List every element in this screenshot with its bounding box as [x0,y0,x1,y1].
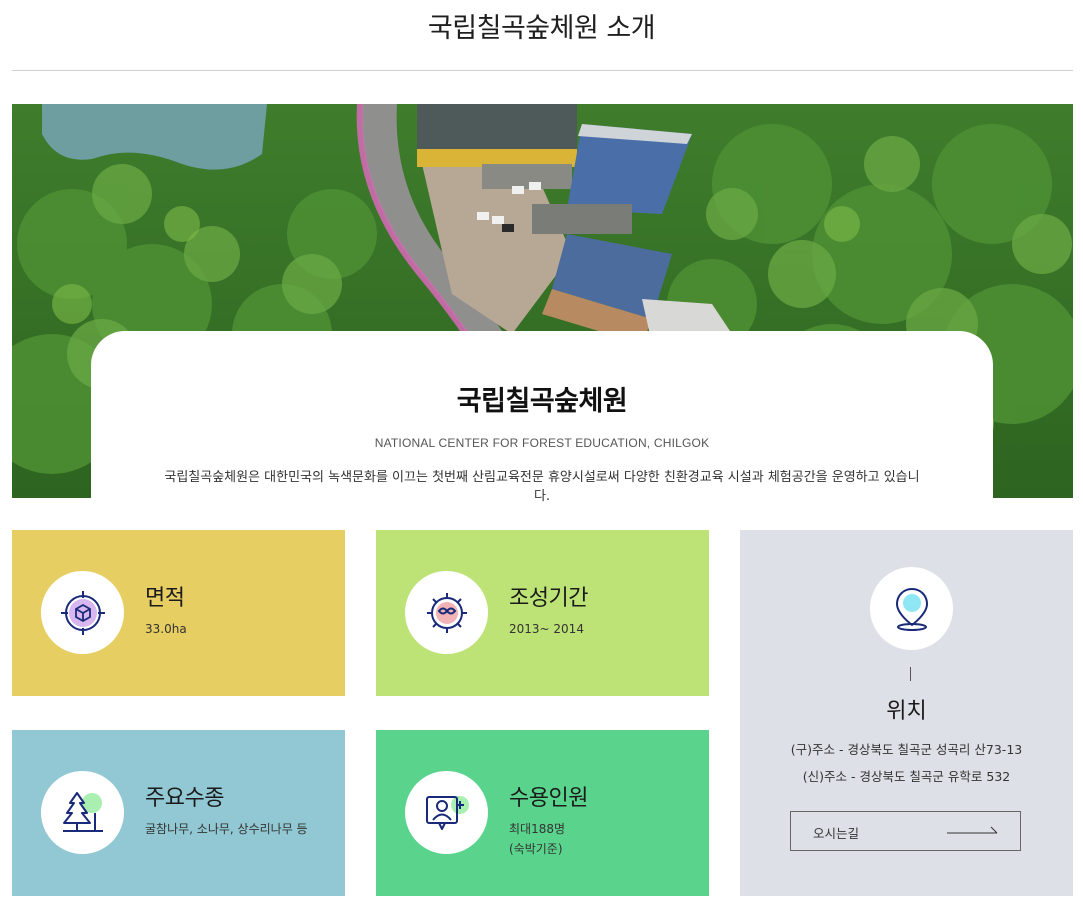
intro-name: 국립칠곡숲체원 [456,386,628,417]
species-title: 주요수종 [145,786,224,811]
period-tile: 조성기간 2013~ 2014 [376,530,709,696]
period-value: 2013~ 2014 [509,622,584,636]
period-icon-circle [405,571,488,654]
tree-icon [62,791,103,832]
location-panel: 위치 (구)주소 - 경상북도 칠곡군 성곡리 산73-13 (신)주소 - 경… [740,530,1073,896]
directions-button[interactable]: 오시는길 [790,811,1021,851]
capacity-max: 최대188명 [509,822,566,836]
map-pin-icon [895,587,928,631]
intro-description: 국립칠곡숲체원은 대한민국의 녹색문화를 이끄는 첫번째 산림교육전문 휴양시설… [164,470,920,504]
location-title: 위치 [886,699,927,724]
address-new: (신)주소 - 경상북도 칠곡군 유학로 532 [802,769,1011,784]
area-value: 33.0ha [145,622,187,636]
page-title: 국립칠곡숲체원 소개 [427,13,656,44]
intro-name-en: NATIONAL CENTER FOR FOREST EDUCATION, CH… [374,436,710,450]
capacity-icon-circle [405,771,488,854]
title-divider [12,70,1073,71]
species-tile: 주요수종 굴참나무, 소나무, 상수리나무 등 [12,730,345,896]
capacity-basis: (숙박기준) [509,842,563,856]
directions-label: 오시는길 [813,826,860,841]
area-tile: 면적 33.0ha [12,530,345,696]
gear-leaf-icon [426,592,467,633]
period-title: 조성기간 [509,586,588,611]
area-title: 면적 [145,586,185,611]
address-old: (구)주소 - 경상북도 칠곡군 성곡리 산73-13 [790,742,1023,757]
species-icon-circle [41,771,124,854]
capacity-title: 수용인원 [509,786,588,811]
area-icon-circle [41,571,124,654]
capacity-value: 최대188명 (숙박기준) [509,819,565,859]
intro-card: 국립칠곡숲체원 NATIONAL CENTER FOR FOREST EDUCA… [91,331,993,511]
capacity-tile: 수용인원 최대188명 (숙박기준) [376,730,709,896]
location-divider [910,667,911,681]
target-cube-icon [60,590,105,635]
arrow-right-icon [947,826,998,834]
location-icon-circle [870,567,953,650]
person-add-icon [425,795,469,830]
species-value: 굴참나무, 소나무, 상수리나무 등 [145,822,308,836]
